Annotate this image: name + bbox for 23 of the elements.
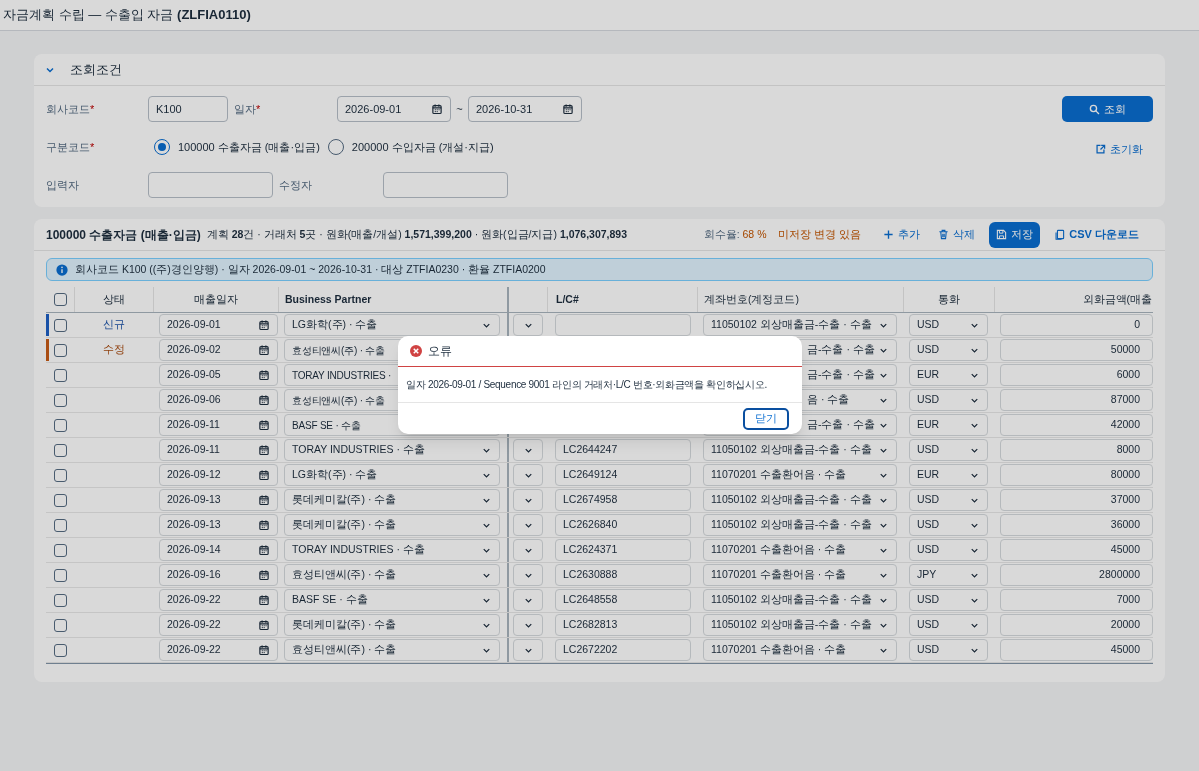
- dialog-title: 오류: [428, 343, 452, 360]
- field-label: 입력자: [46, 177, 80, 193]
- column-header: 외화금액(매출: [1082, 291, 1152, 307]
- column-header: 매출일자: [194, 291, 238, 307]
- field-label: 일자*: [234, 101, 262, 117]
- range-separator: ~: [455, 101, 464, 117]
- status-text: 신규: [102, 317, 125, 333]
- panel-title: 조회조건: [70, 60, 122, 79]
- unsaved-notice: 미저장 변경 있음: [778, 226, 862, 242]
- recovery-rate: 회수율: 68 %: [703, 226, 767, 242]
- column-header: 통화: [938, 291, 960, 307]
- column-header: 계좌번호(계정코드): [704, 291, 799, 307]
- results-title: 100000 수출자금 (매출·입금): [46, 226, 201, 244]
- results-summary: 계획 28건 · 거래처 5곳 · 원화(매출/개설) 1,571,399,200 · 원화(입금/지급) 1,076,307,893: [206, 226, 628, 242]
- info-text: 회사코드 K100 ((주)경인양행) · 일자 2026-09-01 ~ 2026-10-31 · 대상 ZTFIA0230 · 환율 ZTFIA0200: [75, 261, 546, 277]
- field-label: 구분코드*: [46, 139, 96, 155]
- column-header: L/C#: [556, 291, 579, 307]
- window-title: 자금계획 수립 — 수출입 자금 (ZLFIA0110): [3, 6, 251, 25]
- column-header: 상태: [103, 291, 125, 307]
- field-label: 수정자: [279, 177, 313, 193]
- column-header: Business Partner: [285, 291, 372, 307]
- field-label: 회사코드*: [46, 101, 96, 117]
- status-text: 수정: [102, 342, 125, 358]
